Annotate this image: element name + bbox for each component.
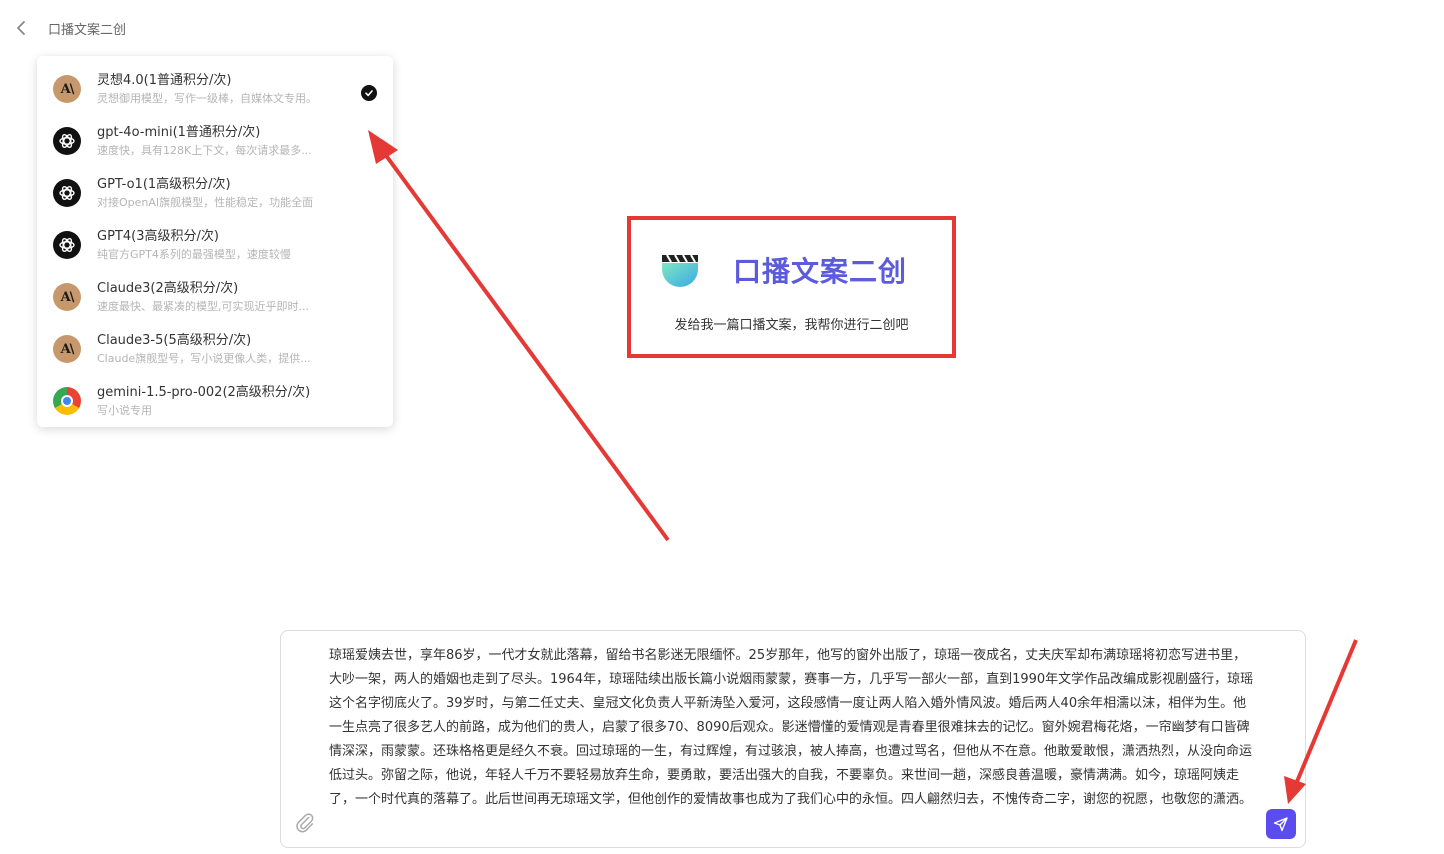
model-description: 速度快，具有128K上下文，每次请求最多... bbox=[97, 143, 312, 157]
model-name: Claude3(2高级积分/次) bbox=[97, 280, 239, 296]
page-title: 口播文案二创 bbox=[48, 22, 127, 38]
model-option-gpt4[interactable]: GPT4(3高级积分/次) 纯官方GPT4系列的最强模型，速度较慢 bbox=[37, 219, 393, 271]
openai-icon bbox=[53, 179, 81, 207]
paperclip-icon bbox=[296, 813, 314, 833]
model-option-gpt-4o-mini[interactable]: gpt-4o-mini(1普通积分/次) 速度快，具有128K上下文，每次请求最… bbox=[37, 115, 393, 167]
model-description: Claude旗舰型号，写小说更像人类，提供... bbox=[97, 351, 311, 365]
model-description: 对接OpenAI旗舰模型，性能稳定，功能全面 bbox=[97, 195, 314, 209]
message-composer[interactable]: 琼瑶爱姨去世，享年86岁，一代才女就此落幕，留给书名影迷无限缅怀。25岁那年，他… bbox=[280, 630, 1306, 848]
model-description: 写小说专用 bbox=[97, 403, 152, 417]
clapperboard-icon bbox=[662, 254, 698, 287]
openai-icon bbox=[53, 231, 81, 259]
model-option-gpt-o1[interactable]: GPT-o1(1高级积分/次) 对接OpenAI旗舰模型，性能稳定，功能全面 bbox=[37, 167, 393, 219]
model-dropdown-menu: A\ 灵想4.0(1普通积分/次) 灵想御用模型，写作一级棒，自媒体文专用。 g… bbox=[37, 56, 393, 427]
model-description: 纯官方GPT4系列的最强模型，速度较慢 bbox=[97, 247, 291, 261]
hero-highlight-box: 口播文案二创 发给我一篇口播文案，我帮你进行二创吧 bbox=[627, 216, 956, 358]
anthropic-icon: A\ bbox=[53, 75, 81, 103]
back-button[interactable] bbox=[12, 17, 30, 39]
chrome-icon bbox=[53, 387, 81, 415]
model-name: 灵想4.0(1普通积分/次) bbox=[97, 72, 232, 88]
hero-title: 口播文案二创 bbox=[733, 255, 908, 288]
anthropic-icon: A\ bbox=[53, 335, 81, 363]
model-option-claude3[interactable]: A\ Claude3(2高级积分/次) 速度最快、最紧凑的模型,可实现近乎即时.… bbox=[37, 271, 393, 323]
model-name: GPT4(3高级积分/次) bbox=[97, 228, 219, 244]
model-option-claude3-5[interactable]: A\ Claude3-5(5高级积分/次) Claude旗舰型号，写小说更像人类… bbox=[37, 323, 393, 375]
model-name: GPT-o1(1高级积分/次) bbox=[97, 176, 231, 192]
model-option-gemini[interactable]: gemini-1.5-pro-002(2高级积分/次) 写小说专用 bbox=[37, 375, 393, 427]
annotation-arrow-menu bbox=[380, 148, 670, 542]
top-bar: 口播文案二创 bbox=[12, 16, 126, 40]
model-description: 灵想御用模型，写作一级棒，自媒体文专用。 bbox=[97, 91, 317, 105]
message-input[interactable]: 琼瑶爱姨去世，享年86岁，一代才女就此落幕，留给书名影迷无限缅怀。25岁那年，他… bbox=[329, 644, 1259, 812]
hero-subtitle: 发给我一篇口播文案，我帮你进行二创吧 bbox=[674, 318, 909, 333]
anthropic-icon: A\ bbox=[53, 283, 81, 311]
selected-check-icon bbox=[361, 85, 377, 101]
chevron-left-icon bbox=[17, 21, 25, 35]
send-button[interactable] bbox=[1266, 809, 1296, 839]
attach-button[interactable] bbox=[293, 811, 317, 835]
send-icon bbox=[1273, 817, 1288, 832]
model-name: gemini-1.5-pro-002(2高级积分/次) bbox=[97, 384, 311, 400]
model-option-lingxiang[interactable]: A\ 灵想4.0(1普通积分/次) 灵想御用模型，写作一级棒，自媒体文专用。 bbox=[37, 63, 393, 115]
openai-icon bbox=[53, 127, 81, 155]
model-description: 速度最快、最紧凑的模型,可实现近乎即时... bbox=[97, 299, 309, 313]
model-name: Claude3-5(5高级积分/次) bbox=[97, 332, 252, 348]
model-name: gpt-4o-mini(1普通积分/次) bbox=[97, 124, 261, 140]
app-root: 口播文案二创 A\ 灵想4.0(1普通积分/次) 灵想御用模型，写作一级棒，自媒… bbox=[0, 0, 1444, 854]
